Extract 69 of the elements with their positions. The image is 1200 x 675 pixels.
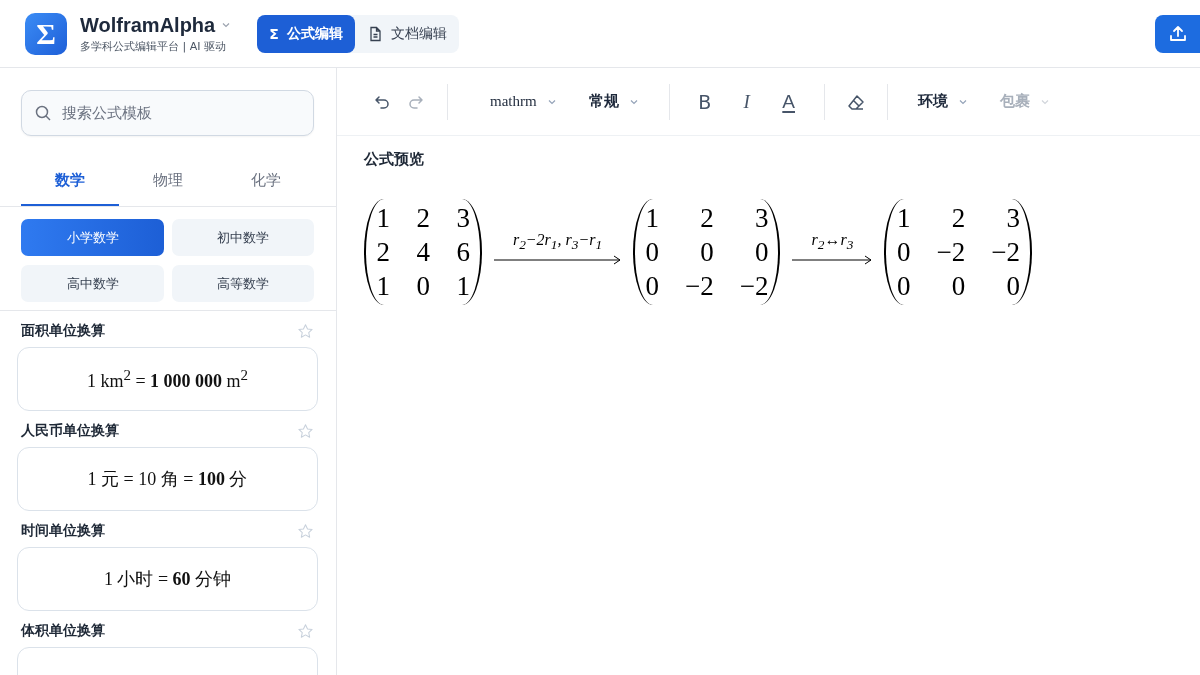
- font-dropdown[interactable]: 常规: [580, 86, 647, 117]
- matrix-entry: 4: [416, 236, 430, 269]
- star-icon[interactable]: [297, 422, 314, 440]
- matrix-entry: 1: [645, 202, 659, 235]
- grade-button[interactable]: 高等数学: [172, 265, 314, 302]
- subject-tab[interactable]: 数学: [21, 156, 119, 206]
- font-dropdown[interactable]: mathrm: [482, 87, 565, 116]
- star-icon[interactable]: [297, 322, 314, 340]
- matrix-entry: 0: [950, 270, 966, 303]
- matrix-entry: 0: [645, 270, 659, 303]
- formula-text: 1 小时 = 60 分钟: [103, 568, 232, 591]
- template-title: 面积单位换算: [21, 322, 105, 340]
- matrix-entry: 0: [416, 270, 430, 303]
- app-title: WolframAlpha: [80, 13, 216, 37]
- grade-button[interactable]: 高中数学: [21, 265, 164, 302]
- matrix-entry: 0: [1005, 270, 1020, 303]
- grade-button[interactable]: 初中数学: [172, 219, 314, 256]
- arrow-label: r$_{2}$−2r$_{1}$, r$_{3}$−r$_{1}$: [512, 230, 603, 254]
- subject-tab[interactable]: 化学: [217, 156, 315, 206]
- star-icon[interactable]: [297, 522, 314, 540]
- matrix-entry: 2: [416, 202, 430, 235]
- eraser-icon: [846, 92, 865, 111]
- matrix-entry: 1: [376, 202, 390, 235]
- caret-icon[interactable]: [221, 20, 232, 30]
- matrix-entry: 2: [376, 236, 390, 269]
- matrix-entry: 1: [456, 270, 470, 303]
- matrix-entry: 0: [753, 236, 769, 269]
- matrix-entry: 2: [950, 202, 966, 235]
- matrix-entry: 2: [699, 202, 714, 235]
- upload-button[interactable]: [1155, 15, 1200, 53]
- matrix-entry: 0: [896, 270, 911, 303]
- matrix-entry: 0: [896, 236, 911, 269]
- search-field[interactable]: 搜索公式模板: [21, 90, 314, 136]
- formula-text: 1 km$^{2}$ = 1 000 000 m$^{2}$: [86, 366, 249, 392]
- mode-tab[interactable]: 文档编辑: [354, 14, 459, 53]
- font-dropdown[interactable]: 环境: [909, 86, 976, 117]
- matrix-entry: 3: [753, 202, 769, 235]
- upload-icon: [1167, 24, 1188, 44]
- matrix-entry: 3: [456, 202, 470, 235]
- preview-title: 公式预览: [364, 150, 425, 169]
- matrix-entry: −2: [991, 236, 1020, 269]
- matrix-entry: −2: [685, 270, 714, 303]
- template-card[interactable]: 1 小时 = 60 分钟: [17, 547, 318, 611]
- formula-text: 1 元 = 10 角 = 100 分: [87, 468, 248, 491]
- matrix-entry: 0: [699, 236, 714, 269]
- subject-tab[interactable]: 物理: [119, 156, 217, 206]
- text-color-button[interactable]: A: [771, 84, 806, 119]
- matrix-entry: 1: [896, 202, 911, 235]
- template-title: 时间单位换算: [21, 522, 105, 540]
- app-logo: Σ: [25, 12, 67, 55]
- app-subtitle: 多学科公式编辑平台 | AI 驱动: [80, 38, 227, 54]
- template-title: 人民币单位换算: [21, 422, 119, 440]
- arrow-icon: [792, 255, 873, 266]
- arrow-icon: [494, 255, 621, 266]
- template-card[interactable]: 1 km$^{2}$ = 1 000 000 m$^{2}$: [17, 347, 318, 411]
- mode-tab[interactable]: Σ 公式编辑: [257, 14, 355, 53]
- italic-button[interactable]: I: [729, 84, 764, 119]
- matrix-entry: 6: [456, 236, 470, 269]
- matrix-entry: 0: [645, 236, 659, 269]
- template-title: 体积单位换算: [21, 622, 105, 640]
- matrix-entry: 1: [376, 270, 390, 303]
- matrix-entry: −2: [739, 270, 769, 303]
- arrow-label: r$_{2}$↔r$_{3}$: [811, 230, 854, 254]
- matrix-entry: −2: [936, 236, 966, 269]
- grade-button[interactable]: 小学数学: [21, 219, 164, 256]
- template-card[interactable]: 1 元 = 10 角 = 100 分: [17, 447, 318, 511]
- matrix-entry: 3: [1005, 202, 1020, 235]
- star-icon[interactable]: [297, 622, 314, 640]
- bold-button[interactable]: B: [687, 84, 722, 119]
